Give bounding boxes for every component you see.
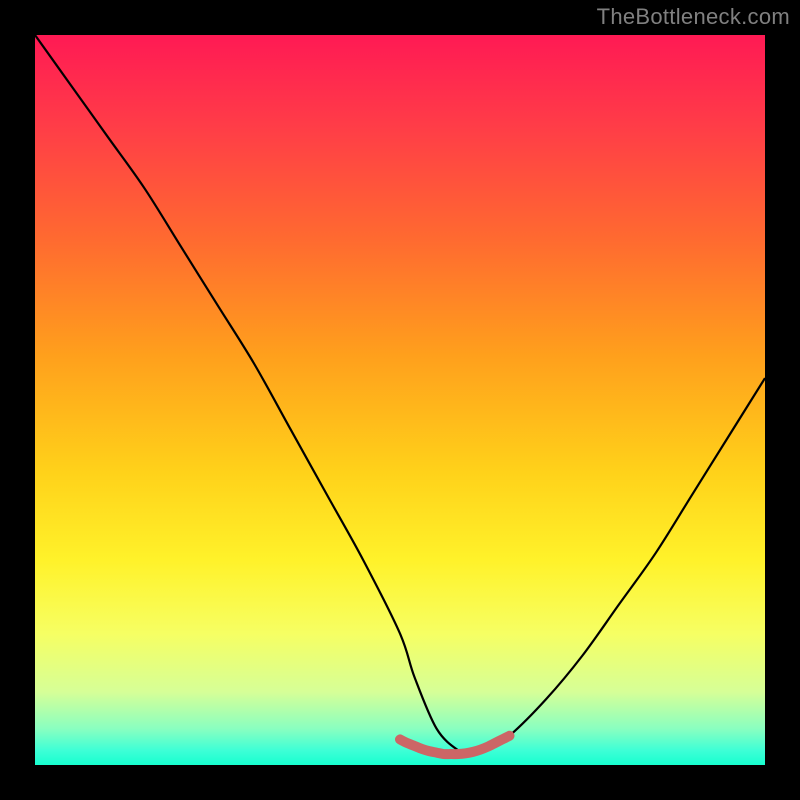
curve-highlight [400,736,510,754]
plot-area [35,35,765,765]
curve-main [35,35,765,754]
chart-frame: TheBottleneck.com [0,0,800,800]
chart-svg [35,35,765,765]
watermark-text: TheBottleneck.com [597,4,790,30]
